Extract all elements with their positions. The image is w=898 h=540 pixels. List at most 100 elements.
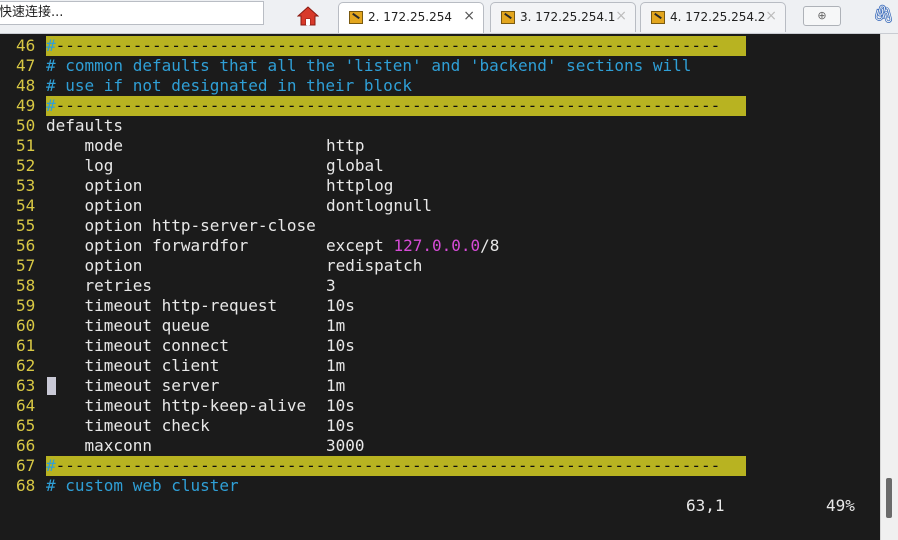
- config-key: option: [46, 196, 143, 215]
- line-content: timeout http-keep-alive: [46, 396, 307, 416]
- line-content: maxconn: [46, 436, 152, 456]
- line-number: 51: [16, 136, 36, 155]
- config-key: timeout client: [46, 356, 220, 375]
- tab-label: 2. 172.25.254: [368, 10, 452, 24]
- config-key: option forwardfor: [46, 236, 249, 255]
- cursor-position: 63,1: [686, 496, 725, 515]
- new-tab-icon: ⊕: [817, 9, 827, 22]
- line-content: timeout connect: [46, 336, 230, 356]
- line-number: 57: [16, 256, 36, 275]
- tab-label: 4. 172.25.254.2: [670, 10, 766, 24]
- line-number: 47: [16, 56, 36, 75]
- tab-session-4[interactable]: 4. 172.25.254.2 ×: [640, 2, 786, 32]
- close-icon[interactable]: ×: [463, 8, 475, 24]
- config-value: 1m: [326, 316, 346, 335]
- config-value: 10s: [326, 296, 355, 315]
- line-content: # custom web cluster: [46, 476, 239, 496]
- line-content: log: [46, 156, 114, 176]
- close-icon[interactable]: ×: [615, 8, 627, 24]
- line-content: defaults: [46, 116, 123, 136]
- line-content: timeout check: [46, 416, 210, 436]
- scroll-percent: 49%: [826, 496, 855, 515]
- paperclip-icon[interactable]: 🖇: [872, 4, 895, 25]
- line-content: retries: [46, 276, 152, 296]
- line-number: 67: [16, 456, 36, 475]
- separator-highlight: #---------------------------------------…: [46, 36, 746, 56]
- close-icon[interactable]: ×: [765, 8, 777, 24]
- line-content: option: [46, 176, 143, 196]
- line-number: 63: [16, 376, 36, 395]
- config-value: global: [326, 156, 384, 175]
- terminal-session-icon: [349, 11, 363, 24]
- line-number: 66: [16, 436, 36, 455]
- line-number: 54: [16, 196, 36, 215]
- home-icon[interactable]: [297, 6, 319, 26]
- terminal-session-icon: [501, 11, 515, 24]
- config-value: 1m: [326, 376, 346, 395]
- line-number: 53: [16, 176, 36, 195]
- config-key: maxconn: [46, 436, 152, 455]
- config-key: timeout check: [46, 416, 210, 435]
- config-value: 10s: [326, 416, 355, 435]
- line-number: 49: [16, 96, 36, 115]
- line-number: 65: [16, 416, 36, 435]
- config-key: timeout http-request: [46, 296, 278, 315]
- separator-highlight: #---------------------------------------…: [46, 456, 746, 476]
- text-cursor: [47, 377, 56, 395]
- top-bar: 快速连接... 2. 172.25.254 × 3. 172.25.254.1 …: [0, 0, 898, 34]
- comment-text: # common defaults that all the 'listen' …: [46, 56, 692, 75]
- config-key: timeout connect: [46, 336, 230, 355]
- config-value: 3000: [326, 436, 365, 455]
- line-number: 58: [16, 276, 36, 295]
- line-content: timeout http-request: [46, 296, 278, 316]
- terminal-session-icon: [651, 11, 665, 24]
- line-content: timeout queue: [46, 316, 210, 336]
- config-value: 10s: [326, 396, 355, 415]
- tab-session-2[interactable]: 2. 172.25.254 ×: [338, 2, 484, 33]
- quick-connect-input[interactable]: 快速连接...: [0, 1, 264, 25]
- line-content: # common defaults that all the 'listen' …: [46, 56, 691, 76]
- config-key: option: [46, 176, 143, 195]
- config-value: dontlognull: [326, 196, 432, 215]
- tab-session-3[interactable]: 3. 172.25.254.1 ×: [490, 2, 636, 32]
- config-key: option http-server-close: [46, 216, 316, 235]
- config-value: 1m: [326, 356, 346, 375]
- tab-label: 3. 172.25.254.1: [520, 10, 616, 24]
- config-value: 3: [326, 276, 336, 295]
- config-value: except 127.0.0.0/8: [326, 236, 500, 255]
- scrollbar-thumb[interactable]: [886, 478, 892, 518]
- config-key: timeout queue: [46, 316, 210, 335]
- line-number: 59: [16, 296, 36, 315]
- line-number: 50: [16, 116, 36, 135]
- config-key: log: [46, 156, 114, 175]
- comment-text: # custom web cluster: [46, 476, 239, 495]
- vertical-scrollbar[interactable]: [880, 34, 898, 540]
- separator-highlight: #---------------------------------------…: [46, 96, 746, 116]
- line-content: # use if not designated in their block: [46, 76, 412, 96]
- line-number: 46: [16, 36, 36, 55]
- config-key: timeout server: [46, 376, 220, 395]
- line-number: 64: [16, 396, 36, 415]
- line-content: option: [46, 256, 143, 276]
- comment-text: # use if not designated in their block: [46, 76, 413, 95]
- line-number: 62: [16, 356, 36, 375]
- config-value: 10s: [326, 336, 355, 355]
- config-key: timeout http-keep-alive: [46, 396, 307, 415]
- config-key: defaults: [46, 116, 124, 135]
- line-number: 55: [16, 216, 36, 235]
- line-content: mode: [46, 136, 124, 156]
- line-number: 68: [16, 476, 36, 495]
- config-key: retries: [46, 276, 152, 295]
- terminal-view[interactable]: 46 #-------------------------------------…: [0, 34, 880, 540]
- line-content: timeout server: [46, 376, 220, 396]
- ip-literal: 127.0.0.0: [393, 236, 481, 255]
- line-content: option: [46, 196, 143, 216]
- line-number: 60: [16, 316, 36, 335]
- line-number: 61: [16, 336, 36, 355]
- line-number: 56: [16, 236, 36, 255]
- line-content: option forwardfor: [46, 236, 249, 256]
- line-content: #---------------------------------------…: [46, 456, 746, 476]
- config-key: mode: [46, 136, 124, 155]
- new-tab-button[interactable]: ⊕: [803, 6, 841, 26]
- config-key: option: [46, 256, 143, 275]
